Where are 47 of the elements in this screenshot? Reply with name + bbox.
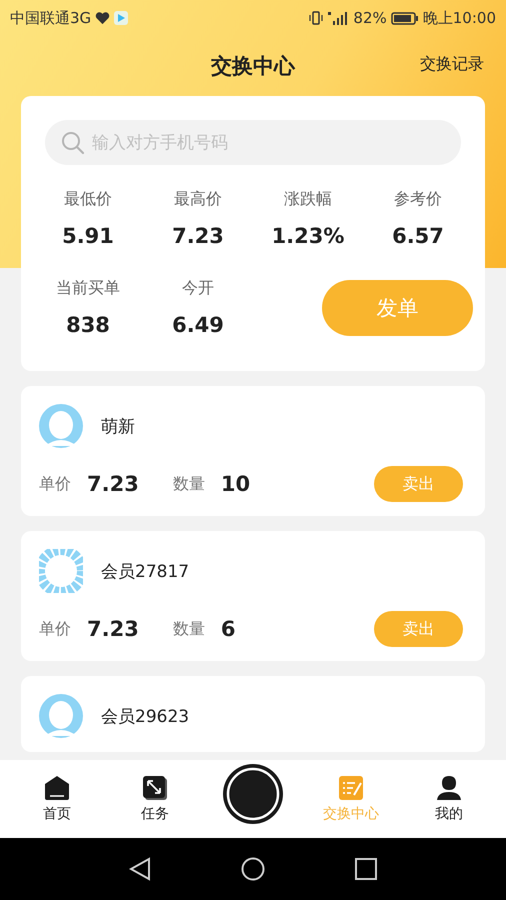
nav-tab[interactable]: 任务 (110, 775, 200, 823)
quantity-label: 数量 (172, 618, 205, 640)
list-edit-icon (338, 775, 364, 801)
clock-text: 晚上10:00 (422, 8, 496, 28)
stat-label: 最低价 (64, 189, 112, 210)
page-title: 交换中心 (211, 53, 295, 80)
signal-icon (327, 11, 350, 25)
play-app-icon (114, 11, 128, 25)
stat-value: 7.23 (172, 224, 224, 248)
avatar-icon (39, 694, 83, 738)
back-icon[interactable] (129, 857, 151, 881)
recents-icon[interactable] (355, 858, 377, 880)
home-circle-icon[interactable] (241, 857, 265, 881)
person-icon (436, 775, 462, 801)
battery-icon (390, 12, 419, 24)
stat-label: 参考价 (394, 189, 442, 210)
carrier-text: 中国联通3G (10, 8, 92, 28)
user-name: 萌新 (101, 416, 135, 438)
quantity-label: 数量 (172, 474, 205, 494)
shutter-button[interactable] (222, 763, 284, 825)
nav-tab[interactable]: 我的 (404, 775, 494, 823)
avatar-icon (39, 404, 83, 448)
stat-value: 6.49 (172, 313, 224, 337)
quantity-value: 10 (220, 472, 250, 496)
stat-label: 最高价 (174, 189, 222, 210)
user-name: 会员27817 (101, 560, 190, 582)
stat-value: 5.91 (62, 224, 114, 248)
battery-percent: 82% (353, 9, 387, 27)
price-label: 单价 (39, 618, 71, 640)
expand-icon (142, 775, 168, 801)
stat-label: 当前买单 (56, 278, 120, 299)
stat-value: 6.57 (392, 224, 444, 248)
stat-value: 1.23% (272, 224, 344, 248)
avatar-icon (39, 549, 83, 593)
price-value: 7.23 (87, 472, 139, 496)
history-link[interactable]: 交换记录 (420, 54, 484, 75)
user-name: 会员29623 (101, 706, 190, 728)
home-icon (44, 775, 70, 801)
quantity-value: 6 (220, 617, 236, 641)
stat-value: 838 (66, 313, 110, 337)
vibrate-icon (309, 11, 324, 25)
price-value: 7.23 (87, 617, 139, 641)
stat-label: 涨跌幅 (284, 189, 332, 210)
stat-label: 今开 (182, 278, 214, 299)
heart-icon (95, 12, 110, 24)
nav-tab[interactable]: 首页 (12, 775, 102, 823)
price-label: 单价 (39, 474, 71, 494)
